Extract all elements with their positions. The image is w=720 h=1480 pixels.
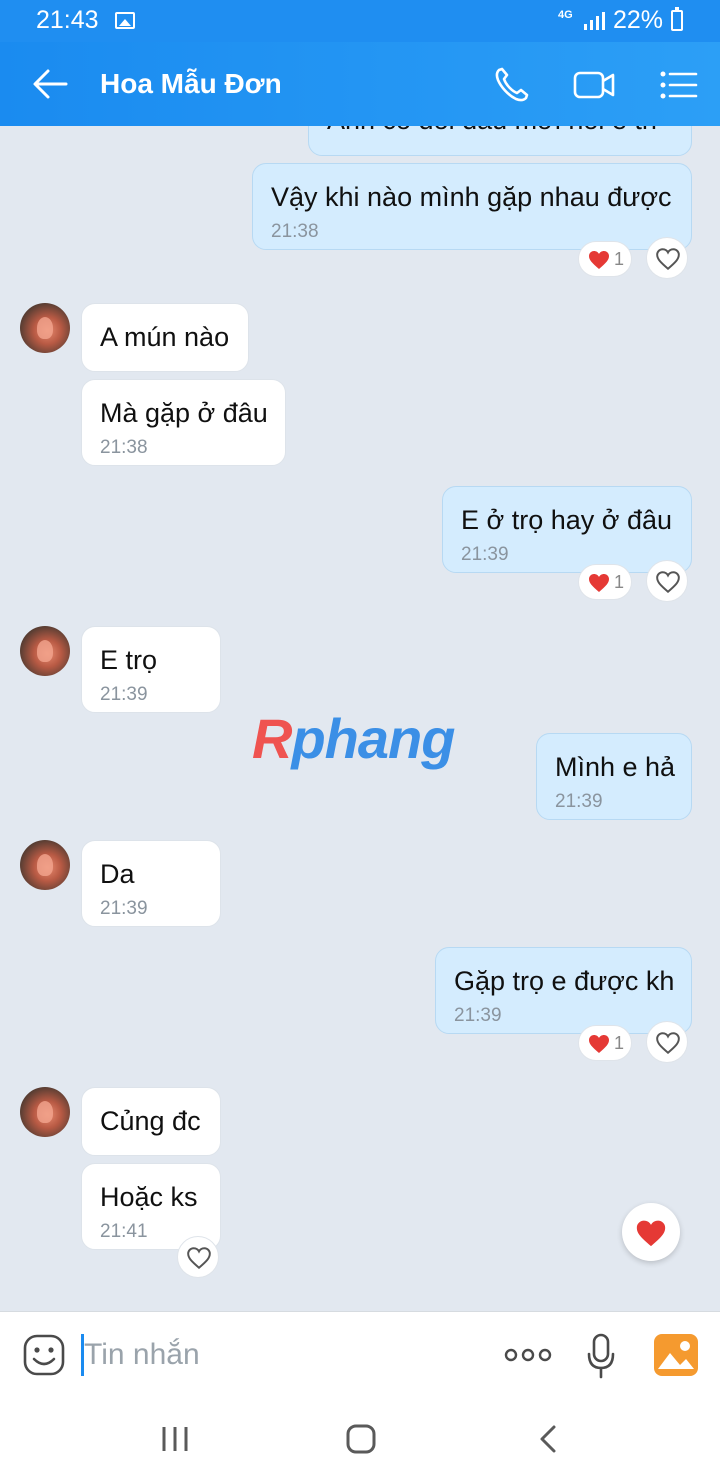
heart-icon	[589, 574, 609, 592]
recent-apps-icon[interactable]	[155, 1423, 195, 1455]
message-input[interactable]: Tin nhắn	[84, 1338, 200, 1372]
message-text: A mún nào	[100, 322, 230, 352]
avatar[interactable]	[20, 626, 70, 676]
battery-icon	[671, 7, 683, 31]
signal-icon	[584, 12, 605, 30]
network-type: 4G	[558, 9, 573, 21]
message-list[interactable]: Anh có đói đâu mới hỏi e th Vậy khi nào …	[0, 126, 720, 1311]
message-text: Vậy khi nào mình gặp nhau được	[271, 182, 672, 212]
quick-heart-button[interactable]	[622, 1203, 680, 1261]
message-text: E trọ	[100, 645, 158, 675]
status-bar: 21:43 4G 22%	[0, 0, 720, 42]
avatar[interactable]	[20, 1087, 70, 1137]
message-composer: Tin nhắn	[0, 1311, 720, 1399]
message-text: Anh có đói đâu mới hỏi e th	[327, 126, 657, 135]
message-bubble-sent[interactable]: Anh có đói đâu mới hỏi e th	[308, 126, 692, 156]
heart-outline-icon	[656, 1032, 680, 1055]
watermark-logo: Rphang	[252, 707, 455, 770]
heart-icon	[636, 1220, 666, 1247]
message-text: Gặp trọ e được kh	[454, 966, 675, 996]
system-nav-bar	[0, 1399, 720, 1480]
like-button[interactable]	[646, 1021, 688, 1063]
message-bubble-received[interactable]: A mún nào	[81, 303, 249, 372]
reaction-count: 1	[614, 572, 625, 592]
message-time: 21:39	[454, 1005, 502, 1026]
phone-icon[interactable]	[490, 64, 534, 106]
message-bubble-received[interactable]: Da 21:39	[81, 840, 221, 927]
message-bubble-sent[interactable]: E ở trọ hay ở đâu 21:39	[442, 486, 692, 573]
message-time: 21:39	[100, 684, 148, 705]
message-time: 21:38	[100, 437, 148, 458]
microphone-icon[interactable]	[586, 1332, 616, 1380]
like-button[interactable]	[646, 237, 688, 279]
message-bubble-sent[interactable]: Mình e hả 21:39	[536, 733, 692, 820]
emoji-icon[interactable]	[22, 1333, 66, 1377]
status-time: 21:43	[36, 6, 99, 34]
message-bubble-received[interactable]: E trọ 21:39	[81, 626, 221, 713]
image-notification-icon	[115, 12, 135, 29]
menu-list-icon[interactable]	[656, 64, 700, 106]
avatar[interactable]	[20, 303, 70, 353]
like-button[interactable]	[177, 1236, 219, 1278]
video-camera-icon[interactable]	[572, 64, 616, 106]
heart-outline-icon	[656, 571, 680, 594]
nav-back-icon[interactable]	[530, 1423, 570, 1455]
message-text: Củng đc	[100, 1106, 201, 1136]
reaction-badge[interactable]: 1	[578, 564, 632, 600]
message-text: Mình e hả	[555, 752, 676, 782]
more-dots-icon[interactable]	[504, 1348, 552, 1362]
message-bubble-received[interactable]: Mà gặp ở đâu 21:38	[81, 379, 286, 466]
heart-outline-icon	[187, 1247, 211, 1270]
message-time: 21:39	[555, 791, 603, 812]
message-bubble-sent[interactable]: Gặp trọ e được kh 21:39	[435, 947, 692, 1034]
home-icon[interactable]	[341, 1423, 381, 1455]
message-text: Hoặc ks	[100, 1182, 198, 1212]
message-bubble-sent[interactable]: Vậy khi nào mình gặp nhau được 21:38	[252, 163, 692, 250]
battery-percent: 22%	[613, 6, 664, 34]
gallery-icon[interactable]	[653, 1333, 699, 1377]
heart-icon	[589, 251, 609, 269]
message-text: Da	[100, 859, 135, 889]
message-bubble-received[interactable]: Củng đc	[81, 1087, 221, 1156]
like-button[interactable]	[646, 560, 688, 602]
reaction-count: 1	[614, 249, 625, 269]
avatar[interactable]	[20, 840, 70, 890]
chat-header: Hoa Mẫu Đơn	[0, 42, 720, 126]
contact-name[interactable]: Hoa Mẫu Đơn	[100, 68, 282, 100]
message-time: 21:39	[100, 898, 148, 919]
reaction-badge[interactable]: 1	[578, 1025, 632, 1061]
heart-icon	[589, 1035, 609, 1053]
message-time: 21:39	[461, 544, 509, 565]
message-text: Mà gặp ở đâu	[100, 398, 268, 428]
heart-outline-icon	[656, 248, 680, 271]
reaction-badge[interactable]: 1	[578, 241, 632, 277]
back-arrow-icon[interactable]	[30, 66, 70, 102]
message-text: E ở trọ hay ở đâu	[461, 505, 673, 535]
reaction-count: 1	[614, 1033, 625, 1053]
